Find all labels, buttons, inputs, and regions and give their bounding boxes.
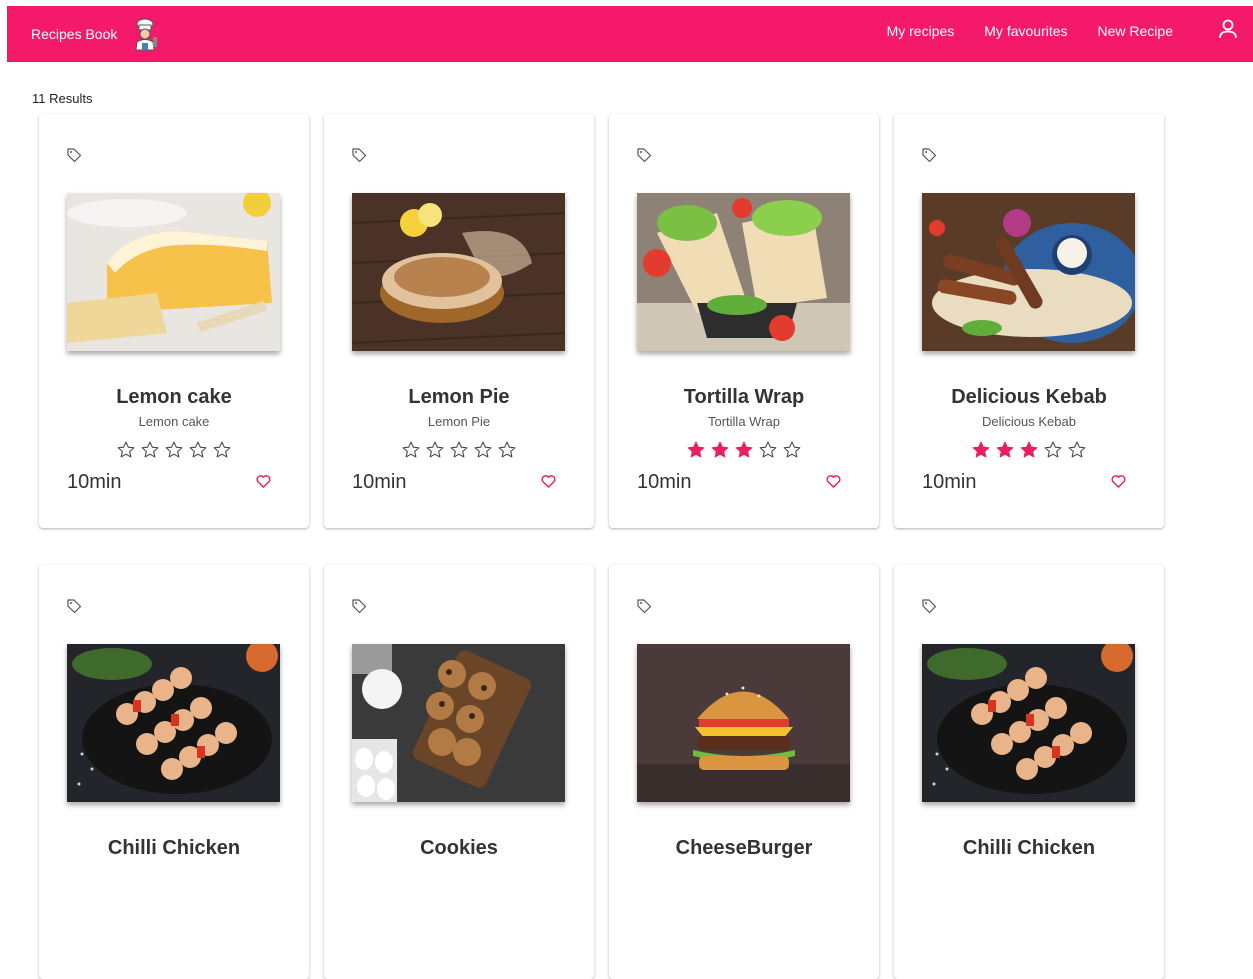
star-outline-icon[interactable]: [1043, 440, 1063, 460]
star-outline-icon[interactable]: [401, 440, 421, 460]
star-outline-icon[interactable]: [116, 440, 136, 460]
tag-icon[interactable]: [66, 598, 82, 614]
cook-time: 10min: [352, 471, 407, 493]
recipe-grid: Lemon cake Lemon cake 10min Lemon Pie Le…: [39, 114, 1169, 979]
tag-icon[interactable]: [921, 598, 937, 614]
recipe-subtitle: Tortilla Wrap: [707, 414, 780, 429]
star-filled-icon[interactable]: [971, 440, 991, 460]
cookies-photo[interactable]: [352, 644, 565, 802]
cook-time: 10min: [67, 471, 122, 493]
lemon-pie-photo[interactable]: [352, 193, 565, 351]
recipe-subtitle: Lemon cake: [138, 414, 210, 429]
recipe-card[interactable]: Delicious Kebab Delicious Kebab 10min: [894, 114, 1164, 528]
recipe-title: Tortilla Wrap: [683, 386, 805, 408]
nav-links: My recipes My favourites New Recipe: [887, 6, 1173, 56]
recipe-subtitle: Lemon Pie: [427, 414, 491, 429]
nav-new-recipe[interactable]: New Recipe: [1098, 23, 1173, 39]
recipe-card[interactable]: Chilli Chicken: [894, 565, 1164, 979]
recipe-card[interactable]: Tortilla Wrap Tortilla Wrap 10min: [609, 114, 879, 528]
tag-icon[interactable]: [636, 147, 652, 163]
heart-icon[interactable]: [255, 473, 272, 490]
nav-my-recipes[interactable]: My recipes: [887, 23, 955, 39]
tag-icon[interactable]: [636, 598, 652, 614]
brand-title: Recipes Book: [31, 26, 118, 42]
star-outline-icon[interactable]: [473, 440, 493, 460]
star-filled-icon[interactable]: [686, 440, 706, 460]
rating-stars: [39, 440, 309, 460]
cook-time: 10min: [922, 471, 977, 493]
recipe-card[interactable]: CheeseBurger: [609, 565, 879, 979]
star-outline-icon[interactable]: [782, 440, 802, 460]
cheeseburger-photo[interactable]: [637, 644, 850, 802]
recipe-card[interactable]: Chilli Chicken: [39, 565, 309, 979]
tag-icon[interactable]: [66, 147, 82, 163]
recipe-title: Delicious Kebab: [951, 386, 1107, 408]
recipe-title: CheeseBurger: [675, 837, 813, 859]
cook-time: 10min: [637, 471, 692, 493]
star-outline-icon[interactable]: [188, 440, 208, 460]
results-count: 11 Results: [32, 91, 93, 106]
rating-stars: [609, 440, 879, 460]
star-outline-icon[interactable]: [497, 440, 517, 460]
rating-stars: [324, 440, 594, 460]
nav-my-favourites[interactable]: My favourites: [984, 23, 1067, 39]
lemon-cake-photo[interactable]: [67, 193, 280, 351]
recipe-title: Lemon Pie: [408, 386, 510, 408]
recipe-subtitle: Delicious Kebab: [982, 414, 1076, 429]
star-filled-icon[interactable]: [710, 440, 730, 460]
star-outline-icon[interactable]: [425, 440, 445, 460]
tag-icon[interactable]: [351, 598, 367, 614]
tag-icon[interactable]: [351, 147, 367, 163]
chicken-skewers-photo[interactable]: [922, 644, 1135, 802]
star-filled-icon[interactable]: [1019, 440, 1039, 460]
tortilla-wrap-photo[interactable]: [637, 193, 850, 351]
chef-icon: [135, 18, 158, 51]
brand[interactable]: Recipes Book: [31, 6, 161, 62]
heart-icon[interactable]: [1110, 473, 1127, 490]
heart-icon[interactable]: [540, 473, 557, 490]
star-filled-icon[interactable]: [734, 440, 754, 460]
recipe-title: Cookies: [420, 837, 498, 859]
recipe-card[interactable]: Lemon Pie Lemon Pie 10min: [324, 114, 594, 528]
star-outline-icon[interactable]: [140, 440, 160, 460]
top-navbar: Recipes Book My recipes My favourites Ne…: [7, 6, 1253, 62]
kebab-photo[interactable]: [922, 193, 1135, 351]
user-icon[interactable]: [1217, 18, 1239, 40]
recipe-card[interactable]: Cookies: [324, 565, 594, 979]
tag-icon[interactable]: [921, 147, 937, 163]
star-outline-icon[interactable]: [449, 440, 469, 460]
star-outline-icon[interactable]: [164, 440, 184, 460]
star-outline-icon[interactable]: [1067, 440, 1087, 460]
star-outline-icon[interactable]: [758, 440, 778, 460]
recipe-title: Chilli Chicken: [107, 837, 241, 859]
chicken-skewers-photo[interactable]: [67, 644, 280, 802]
recipe-title: Lemon cake: [116, 386, 232, 408]
star-outline-icon[interactable]: [212, 440, 232, 460]
heart-icon[interactable]: [825, 473, 842, 490]
rating-stars: [894, 440, 1164, 460]
recipe-card[interactable]: Lemon cake Lemon cake 10min: [39, 114, 309, 528]
star-filled-icon[interactable]: [995, 440, 1015, 460]
recipe-title: Chilli Chicken: [962, 837, 1096, 859]
